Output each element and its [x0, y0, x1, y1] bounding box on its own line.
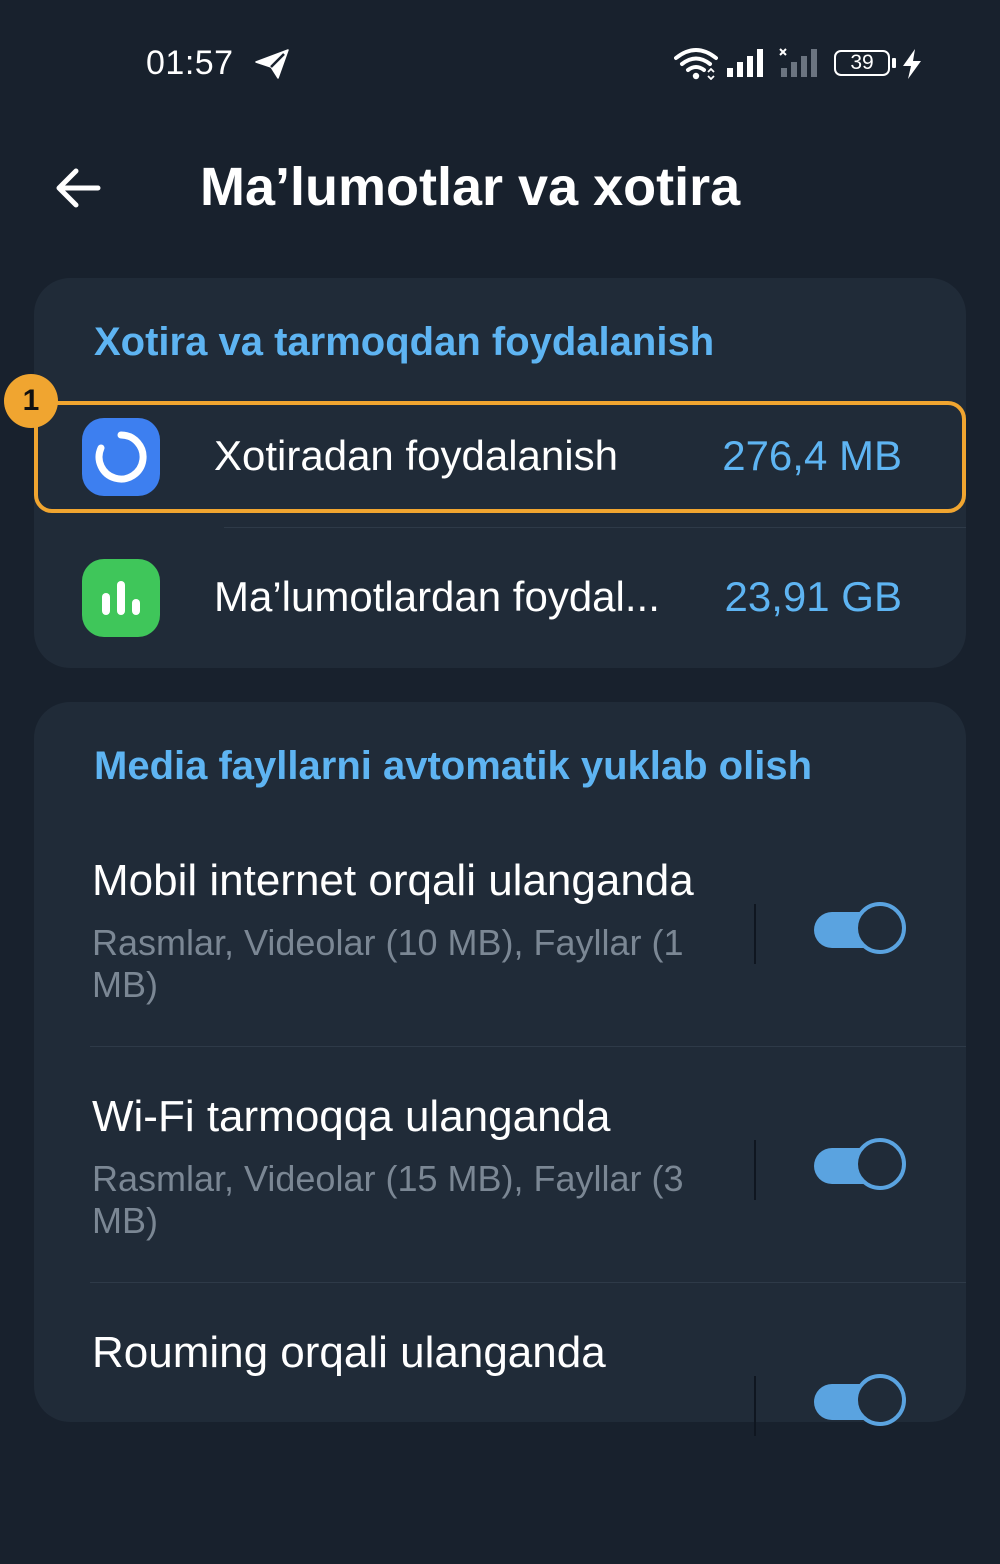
arrow-left-icon[interactable]: [50, 160, 106, 216]
battery-level: 39: [850, 51, 874, 74]
divider: [90, 1282, 966, 1283]
storage-ring-icon: [82, 418, 160, 496]
mobile-data-toggle[interactable]: [814, 902, 908, 958]
signal-no-service-icon: [779, 48, 817, 77]
signal-icon: [727, 49, 763, 77]
battery-icon: 39: [834, 50, 896, 80]
status-time: 01:57: [146, 44, 234, 82]
setting-title: Rouming orqali ulanganda: [92, 1328, 606, 1377]
storage-usage-row[interactable]: Xotiradan foydalanish 276,4 MB: [34, 401, 966, 513]
wifi-icon: [674, 48, 718, 80]
vertical-divider: [754, 1140, 756, 1200]
setting-subtitle: Rasmlar, Videolar (15 MB), Fayllar (3 MB…: [92, 1158, 684, 1241]
vertical-divider: [754, 904, 756, 964]
data-usage-label: Ma’lumotlardan foydal...: [214, 573, 660, 620]
setting-subtitle: Rasmlar, Videolar (10 MB), Fayllar (1 MB…: [92, 922, 684, 1005]
data-usage-row[interactable]: Ma’lumotlardan foydal... 23,91 GB: [34, 540, 966, 656]
page-title: Ma’lumotlar va xotira: [200, 157, 741, 217]
autodownload-card: Media fayllarni avtomatik yuklab olish M…: [34, 702, 966, 1436]
step-badge: 1: [4, 374, 58, 428]
setting-title: Wi-Fi tarmoqqa ulanganda: [92, 1092, 611, 1141]
mobile-data-setting[interactable]: Mobil internet orqali ulanganda Rasmlar,…: [34, 856, 966, 1092]
roaming-toggle[interactable]: [814, 1374, 908, 1430]
storage-usage-value: 276,4 MB: [722, 432, 902, 479]
section-title-usage: Xotira va tarmoqdan foydalanish: [94, 320, 715, 364]
usage-card: Xotira va tarmoqdan foydalanish Xotirada…: [4, 278, 966, 668]
telegram-send-icon: [255, 49, 289, 79]
divider: [90, 1046, 966, 1047]
wifi-toggle[interactable]: [814, 1138, 908, 1194]
setting-title: Mobil internet orqali ulanganda: [92, 856, 694, 905]
data-usage-value: 23,91 GB: [724, 573, 902, 620]
status-bar: 01:57 39: [0, 0, 1000, 120]
roaming-setting[interactable]: Rouming orqali ulanganda: [34, 1328, 966, 1564]
storage-usage-label: Xotiradan foydalanish: [214, 432, 618, 479]
bar-chart-icon: [82, 559, 160, 637]
charging-bolt-icon: [903, 49, 921, 79]
divider: [224, 527, 966, 528]
wifi-setting[interactable]: Wi-Fi tarmoqqa ulanganda Rasmlar, Videol…: [34, 1092, 966, 1328]
section-title-autodownload: Media fayllarni avtomatik yuklab olish: [94, 744, 813, 788]
vertical-divider: [754, 1376, 756, 1436]
